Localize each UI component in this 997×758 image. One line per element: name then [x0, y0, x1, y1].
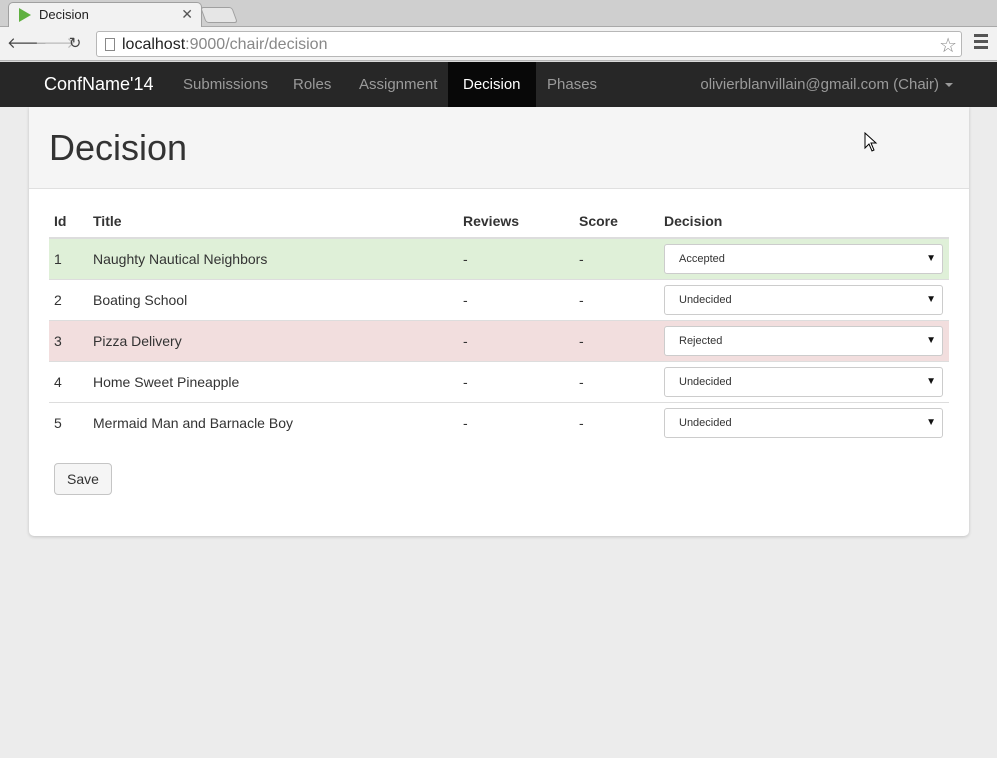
address-bar[interactable]: localhost:9000/chair/decision ☆ — [96, 31, 962, 57]
cell-title: Pizza Delivery — [88, 319, 458, 361]
dropdown-arrow-icon: ▼ — [926, 416, 936, 428]
header-reviews: Reviews — [458, 204, 574, 239]
cell-score: - — [574, 401, 659, 443]
page-icon — [105, 38, 115, 51]
cell-reviews: - — [458, 360, 574, 402]
user-menu[interactable]: olivierblanvillain@gmail.com (Chair) — [700, 62, 953, 107]
header-score: Score — [574, 204, 659, 239]
decision-select[interactable]: Rejected ▼ — [664, 325, 943, 356]
url-text[interactable]: localhost:9000/chair/decision — [122, 36, 327, 54]
cell-id: 1 — [49, 237, 88, 279]
table-header-row: Id Title Reviews Score Decision — [49, 204, 949, 239]
app-navbar: ConfName'14 Submissions Roles Assignment… — [0, 62, 997, 107]
dropdown-arrow-icon: ▼ — [926, 334, 936, 346]
caret-down-icon — [945, 83, 953, 88]
cell-reviews: - — [458, 401, 574, 443]
header-title: Title — [88, 204, 458, 239]
cell-reviews: - — [458, 237, 574, 279]
browser-tabstrip: Decision ✕ — [0, 0, 997, 27]
cell-score: - — [574, 278, 659, 320]
table-row: 1 Naughty Nautical Neighbors - - Accepte… — [49, 237, 949, 279]
dropdown-arrow-icon: ▼ — [926, 252, 936, 264]
cell-title: Boating School — [88, 278, 458, 320]
cell-decision: Rejected ▼ — [659, 319, 949, 361]
decision-select[interactable]: Accepted ▼ — [664, 243, 943, 274]
cell-title: Mermaid Man and Barnacle Boy — [88, 401, 458, 443]
brand-logo[interactable]: ConfName'14 — [44, 74, 154, 95]
user-email: olivierblanvillain@gmail.com (Chair) — [700, 76, 939, 93]
cell-score: - — [574, 319, 659, 361]
decision-select[interactable]: Undecided ▼ — [664, 284, 943, 315]
reload-icon[interactable]: ↻ — [64, 33, 86, 55]
save-button[interactable]: Save — [54, 463, 112, 495]
cell-reviews: - — [458, 278, 574, 320]
nav-item-phases[interactable]: Phases — [532, 62, 612, 107]
decision-panel: Decision Id Title Reviews Score Decision… — [29, 107, 969, 536]
cell-id: 4 — [49, 360, 88, 402]
back-arrow-icon[interactable]: 🡐 — [7, 33, 47, 55]
nav-item-assignment[interactable]: Assignment — [344, 62, 452, 107]
cell-decision: Undecided ▼ — [659, 278, 949, 320]
decision-select[interactable]: Undecided ▼ — [664, 366, 943, 397]
cell-reviews: - — [458, 319, 574, 361]
cell-id: 3 — [49, 319, 88, 361]
dropdown-arrow-icon: ▼ — [926, 293, 936, 305]
table-row: 2 Boating School - - Undecided ▼ — [49, 278, 949, 320]
play-favicon-icon — [19, 8, 31, 22]
dropdown-arrow-icon: ▼ — [926, 375, 936, 387]
browser-toolbar: 🡐 🡒 ↻ localhost:9000/chair/decision ☆ — [0, 27, 997, 61]
decision-table: Id Title Reviews Score Decision 1 Naught… — [49, 204, 949, 443]
browser-tab[interactable]: Decision ✕ — [8, 2, 202, 27]
forward-arrow-icon[interactable]: 🡒 — [35, 33, 75, 55]
nav-item-decision[interactable]: Decision — [448, 62, 536, 107]
cell-decision: Accepted ▼ — [659, 237, 949, 279]
header-id: Id — [49, 204, 88, 239]
page-title: Decision — [49, 127, 188, 168]
tab-title: Decision — [39, 7, 89, 22]
cell-decision: Undecided ▼ — [659, 401, 949, 443]
table-row: 3 Pizza Delivery - - Rejected ▼ — [49, 319, 949, 361]
header-decision: Decision — [659, 204, 949, 239]
panel-header: Decision — [29, 107, 969, 189]
cell-score: - — [574, 237, 659, 279]
table-row: 4 Home Sweet Pineapple - - Undecided ▼ — [49, 360, 949, 402]
table-row: 5 Mermaid Man and Barnacle Boy - - Undec… — [49, 401, 949, 443]
cell-title: Naughty Nautical Neighbors — [88, 237, 458, 279]
close-tab-icon[interactable]: ✕ — [181, 6, 193, 23]
cell-id: 2 — [49, 278, 88, 320]
mouse-cursor-icon — [864, 132, 878, 152]
cell-score: - — [574, 360, 659, 402]
cell-title: Home Sweet Pineapple — [88, 360, 458, 402]
new-tab-button[interactable] — [200, 7, 238, 23]
cell-id: 5 — [49, 401, 88, 443]
hamburger-menu-icon[interactable] — [974, 34, 988, 54]
cell-decision: Undecided ▼ — [659, 360, 949, 402]
nav-item-submissions[interactable]: Submissions — [168, 62, 283, 107]
nav-item-roles[interactable]: Roles — [278, 62, 346, 107]
decision-select[interactable]: Undecided ▼ — [664, 407, 943, 438]
star-icon[interactable]: ☆ — [939, 33, 957, 58]
